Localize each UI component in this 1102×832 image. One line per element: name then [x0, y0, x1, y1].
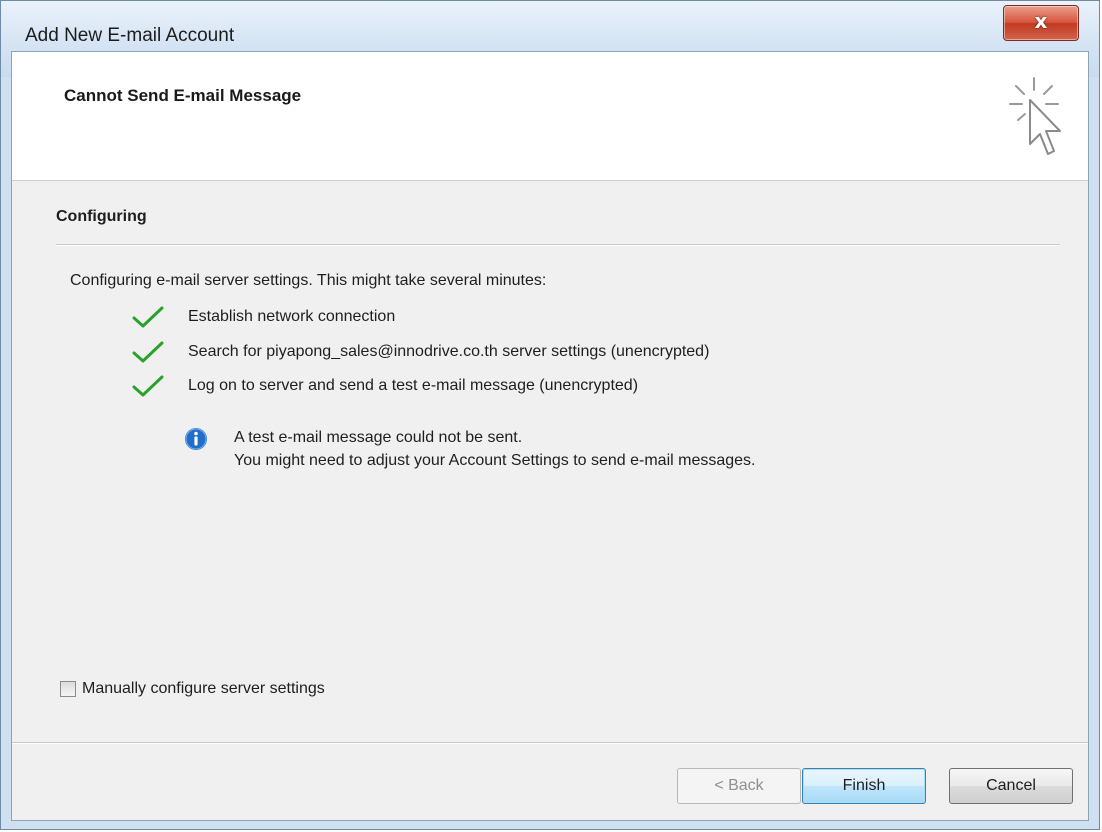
intro-text: Configuring e-mail server settings. This…	[70, 272, 547, 289]
add-email-account-dialog: Add New E-mail Account x Cannot Send E-m…	[0, 0, 1100, 830]
close-icon: x	[1034, 9, 1048, 33]
section-title: Configuring	[56, 208, 147, 225]
dialog-client-area: Cannot Send E-mail Message Configuring C…	[11, 51, 1089, 821]
back-button[interactable]: < Back	[677, 768, 801, 804]
finish-button[interactable]: Finish	[802, 768, 926, 804]
close-button[interactable]: x	[1003, 5, 1079, 41]
footer-divider	[12, 742, 1088, 744]
step-label: Establish network connection	[188, 308, 396, 325]
page-title: Cannot Send E-mail Message	[64, 86, 302, 105]
section-divider	[56, 244, 1060, 246]
manual-config-checkbox[interactable]	[60, 681, 76, 697]
step-label: Search for piyapong_sales@innodrive.co.t…	[188, 343, 710, 360]
checkmark-icon	[132, 341, 164, 363]
cancel-button[interactable]: Cancel	[949, 768, 1073, 804]
info-line-1: A test e-mail message could not be sent.	[234, 429, 523, 446]
checkmark-icon	[132, 375, 164, 397]
step-item: Search for piyapong_sales@innodrive.co.t…	[132, 340, 709, 364]
info-text: A test e-mail message could not be sent.…	[234, 426, 756, 472]
info-message: A test e-mail message could not be sent.…	[184, 426, 756, 472]
step-item: Establish network connection	[132, 305, 395, 329]
manual-config-label: Manually configure server settings	[82, 680, 325, 697]
window-title: Add New E-mail Account	[25, 25, 235, 46]
cursor-click-icon	[1009, 77, 1061, 155]
step-label: Log on to server and send a test e-mail …	[188, 377, 639, 394]
manual-config-option[interactable]: Manually configure server settings	[60, 680, 325, 698]
step-item: Log on to server and send a test e-mail …	[132, 374, 638, 398]
checkmark-icon	[132, 306, 164, 328]
info-icon	[185, 428, 207, 450]
info-line-2: You might need to adjust your Account Se…	[234, 452, 756, 469]
wizard-header: Cannot Send E-mail Message	[12, 52, 1088, 181]
